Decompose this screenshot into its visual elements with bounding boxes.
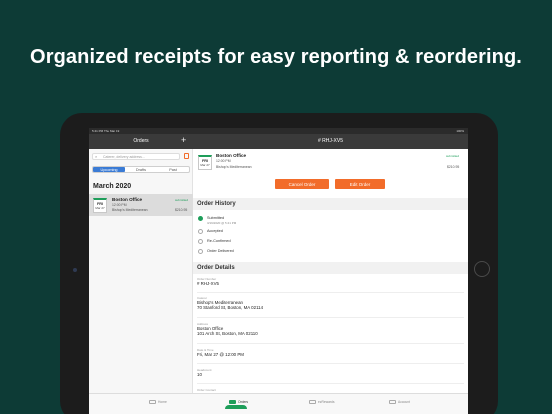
- order-caterer: Bishop's Mediterranean: [216, 165, 252, 169]
- history-step-label: Accepted: [207, 229, 223, 233]
- status-badge: submitted: [446, 154, 460, 158]
- order-details-header: Order Details: [193, 262, 468, 274]
- home-icon: [149, 400, 156, 405]
- tab-drafts[interactable]: Drafts: [125, 167, 157, 172]
- field-address: Address Boston Office 101 Arch St, Bosto…: [197, 322, 464, 344]
- search-placeholder: Caterer, delivery address...: [103, 155, 145, 159]
- field-label: Order Contact: [197, 388, 216, 392]
- add-order-button[interactable]: +: [181, 135, 186, 145]
- date-badge-date: Mar 27: [200, 163, 210, 167]
- tab-upcoming[interactable]: Upcoming: [93, 167, 125, 172]
- nav-bar: Orders + # RHJ-XV5: [89, 134, 468, 149]
- tab-orders[interactable]: Orders: [229, 400, 249, 405]
- order-filter-segmented-control: Upcoming Drafts Past: [92, 166, 190, 173]
- date-badge-date: Mar 27: [95, 206, 105, 210]
- tab-label: Orders: [238, 400, 249, 404]
- check-icon: [198, 216, 203, 221]
- date-badge: FRI Mar 27: [93, 198, 107, 213]
- history-step-label: Submitted: [207, 216, 225, 220]
- field-value-address: 101 Arch St, Boston, MA 02110: [197, 331, 258, 337]
- field-value: # RHJ-XV5: [197, 281, 219, 286]
- order-amount: $210.95: [175, 208, 188, 212]
- pending-icon: [198, 249, 203, 254]
- field-value: 10: [197, 372, 202, 377]
- orders-icon: [229, 400, 236, 405]
- order-summary: FRI Mar 27 Boston Office 12:00 PM Bishop…: [193, 149, 468, 175]
- tab-label: Home: [158, 400, 167, 404]
- orders-title: Orders: [133, 138, 149, 144]
- tab-account[interactable]: Account: [389, 400, 410, 405]
- account-icon: [389, 400, 396, 405]
- tab-bar: Home Orders ezRewards Account: [89, 393, 468, 414]
- history-step-time: 3/19/2020 @ 5:41 PM: [207, 221, 237, 225]
- field-value-address: 70 Stanford St, Boston, MA 02114: [197, 305, 264, 311]
- order-title: Boston Office: [112, 197, 143, 202]
- field-value: Fri, Mar 27 @ 12:00 PM: [197, 352, 244, 357]
- field-headcount: Headcount 10: [197, 368, 464, 384]
- tab-ezrewards[interactable]: ezRewards: [309, 400, 335, 405]
- camera-icon: [73, 268, 77, 272]
- order-title: Boston Office: [216, 153, 247, 158]
- date-badge: FRI Mar 27: [198, 155, 212, 170]
- order-history-header: Order History: [193, 198, 468, 210]
- edit-order-button[interactable]: Edit Order: [335, 179, 385, 189]
- order-caterer: Bishop's Mediterranean: [112, 208, 148, 212]
- order-time: 12:00 PM: [112, 203, 127, 207]
- field-order-number: Order Number # RHJ-XV5: [197, 277, 464, 293]
- history-step-label: Order Delivered: [207, 249, 234, 253]
- app-screen: 5:41 PM Thu Mar 19 100% Orders + # RHJ-X…: [89, 128, 468, 414]
- order-amount: $210.95: [447, 165, 460, 169]
- tab-past[interactable]: Past: [157, 167, 189, 172]
- order-list-item[interactable]: FRI Mar 27 Boston Office 12:00 PM Bishop…: [89, 194, 193, 216]
- search-icon: ⌕: [95, 154, 98, 159]
- order-detail-pane: FRI Mar 27 Boston Office 12:00 PM Bishop…: [193, 149, 468, 393]
- search-input[interactable]: ⌕ Caterer, delivery address...: [92, 153, 180, 160]
- history-step-label: Re-Confirmed: [207, 239, 231, 243]
- field-caterer: Caterer Bishop's Mediterranean 70 Stanfo…: [197, 296, 464, 318]
- tab-label: ezRewards: [318, 400, 335, 404]
- battery-label: 100%: [456, 129, 464, 133]
- calendar-icon[interactable]: [184, 153, 189, 159]
- home-button: [474, 261, 490, 277]
- active-tab-indicator: [225, 405, 247, 409]
- pending-icon: [198, 229, 203, 234]
- order-time: 12:00 PM: [216, 159, 231, 163]
- status-time: 5:41 PM Thu Mar 19: [92, 129, 120, 133]
- headline: Organized receipts for easy reporting & …: [30, 46, 522, 68]
- tab-label: Account: [398, 400, 410, 404]
- cancel-order-button[interactable]: Cancel Order: [275, 179, 329, 189]
- status-badge: submitted: [175, 198, 189, 202]
- order-number-title: # RHJ-XV5: [317, 138, 343, 144]
- rewards-icon: [309, 400, 316, 405]
- field-date-time: Date & Time Fri, Mar 27 @ 12:00 PM: [197, 348, 464, 364]
- tab-home[interactable]: Home: [149, 400, 167, 405]
- orders-list-pane: ⌕ Caterer, delivery address... Upcoming …: [89, 149, 193, 393]
- month-header: March 2020: [93, 183, 132, 190]
- pending-icon: [198, 239, 203, 244]
